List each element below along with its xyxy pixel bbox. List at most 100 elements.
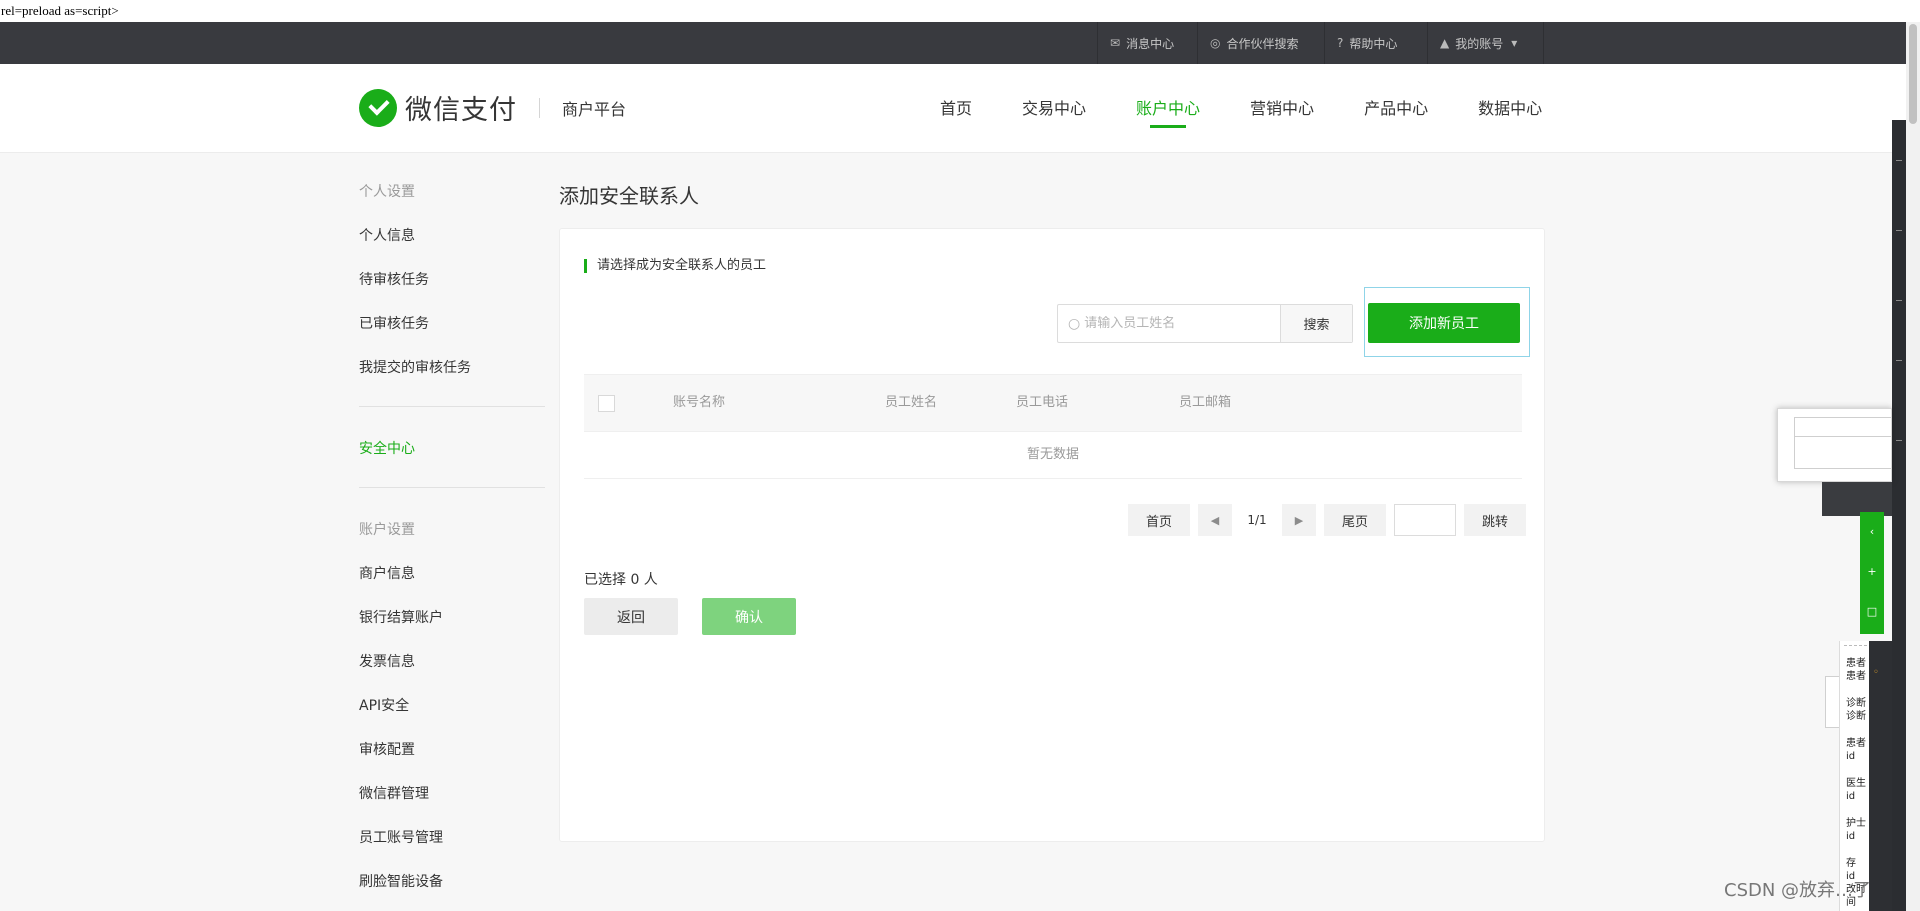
message-center-label: 消息中心 xyxy=(1126,36,1175,51)
search-button[interactable]: 搜索 xyxy=(1280,305,1352,342)
top-utility-bar: ✉ 消息中心 ◎ 合作伙伴搜索 ? 帮助中心 ▲ 我的账号 ▾ xyxy=(0,22,1906,64)
overlay-dialog-fragment xyxy=(1777,408,1892,482)
caret-left-icon: ◀ xyxy=(1210,513,1220,527)
confirm-button[interactable]: 确认 xyxy=(702,598,796,635)
overlay-dark-column: ◦ xyxy=(1869,641,1892,911)
wechat-pay-logo-icon xyxy=(359,88,397,127)
employee-search: ○ 搜索 xyxy=(1057,304,1353,343)
panel-marker xyxy=(1896,230,1902,231)
sidebar: 个人设置 个人信息 待审核任务 已审核任务 我提交的审核任务 安全中心 账户设置… xyxy=(359,170,545,904)
next-page-button[interactable]: ▶ xyxy=(1282,504,1316,536)
nav-transaction-center[interactable]: 交易中心 xyxy=(1022,64,1086,153)
first-page-button[interactable]: 首页 xyxy=(1128,504,1190,536)
search-field: ○ xyxy=(1058,305,1280,342)
nav-home[interactable]: 首页 xyxy=(940,64,972,153)
sidebar-item-staff-accounts[interactable]: 员工账号管理 xyxy=(359,816,545,860)
wechat-pay-logo[interactable]: 微信支付 商户平台 xyxy=(359,88,626,127)
section-hint: 请选择成为安全联系人的员工 xyxy=(584,259,766,273)
my-account-menu[interactable]: ▲ 我的账号 ▾ xyxy=(1427,22,1544,64)
search-icon: ○ xyxy=(1068,315,1081,332)
page-scrollbar[interactable] xyxy=(1906,22,1920,911)
panel-marker xyxy=(1896,360,1902,361)
panel-marker xyxy=(1896,440,1902,441)
page-number-input[interactable] xyxy=(1394,504,1456,536)
list-item: 护士 id xyxy=(1846,818,1866,842)
goto-page-button[interactable]: 跳转 xyxy=(1464,504,1526,536)
brand-name: 微信支付 xyxy=(405,95,517,126)
logo-divider xyxy=(539,97,540,118)
partner-search-link[interactable]: ◎ 合作伙伴搜索 xyxy=(1197,22,1324,64)
my-account-label: 我的账号 xyxy=(1455,36,1504,51)
user-icon: ▲ xyxy=(1440,36,1450,50)
list-item: 诊断 诊断 xyxy=(1846,698,1866,722)
help-center-label: 帮助中心 xyxy=(1349,36,1398,51)
sidebar-item-personal-info[interactable]: 个人信息 xyxy=(359,214,545,258)
add-employee-button[interactable]: 添加新员工 xyxy=(1368,303,1520,343)
mail-icon: ✉ xyxy=(1110,36,1121,50)
column-employee-phone: 员工电话 xyxy=(1016,395,1069,410)
table-header: 账号名称 员工姓名 员工电话 员工邮箱 xyxy=(584,374,1522,432)
column-account-name: 账号名称 xyxy=(673,395,726,410)
sidebar-item-review-config[interactable]: 审核配置 xyxy=(359,728,545,772)
list-item: 患者 患者 xyxy=(1846,658,1866,682)
last-page-button[interactable]: 尾页 xyxy=(1324,504,1386,536)
help-center-link[interactable]: ? 帮助中心 xyxy=(1324,22,1427,64)
sidebar-group-account: 账户设置 xyxy=(359,522,415,538)
table-empty-text: 暂无数据 xyxy=(584,432,1522,479)
content-card: 请选择成为安全联系人的员工 ○ 搜索 添加新员工 账号名称 员工姓名 员工电话 … xyxy=(559,228,1545,842)
select-all-checkbox[interactable] xyxy=(598,395,615,412)
sidebar-divider xyxy=(359,406,545,407)
caret-down-icon: ▾ xyxy=(1511,36,1518,50)
sidebar-item-face-devices[interactable]: 刷脸智能设备 xyxy=(359,860,545,904)
sidebar-item-merchant-info[interactable]: 商户信息 xyxy=(359,552,545,596)
list-divider xyxy=(1844,645,1867,653)
page-indicator: 1/1 xyxy=(1247,513,1267,527)
platform-name: 商户平台 xyxy=(562,99,627,119)
floating-green-toolbar[interactable]: ‹ + □ xyxy=(1860,512,1884,634)
overlay-dialog-inner xyxy=(1794,417,1891,469)
employee-table: 账号名称 员工姓名 员工电话 员工邮箱 暂无数据 xyxy=(584,374,1522,479)
nav-marketing-center[interactable]: 营销中心 xyxy=(1250,64,1314,153)
list-item: 医生 id xyxy=(1846,778,1866,802)
selected-count: 已选择 0 人 xyxy=(584,572,658,588)
partner-search-icon: ◎ xyxy=(1210,36,1221,50)
sidebar-item-api-security[interactable]: API安全 xyxy=(359,684,545,728)
nav-product-center[interactable]: 产品中心 xyxy=(1364,64,1428,153)
message-center-link[interactable]: ✉ 消息中心 xyxy=(1097,22,1197,64)
toolbar-plus-icon: + xyxy=(1867,565,1877,578)
overlay-side-card xyxy=(1825,676,1840,728)
toolbar-box-icon: □ xyxy=(1866,605,1878,618)
overlay-field-list: 患者 患者 诊断 诊断 患者 id 医生 id 护士 id 存 id 改时间 xyxy=(1839,641,1869,911)
back-button[interactable]: 返回 xyxy=(584,598,678,635)
sidebar-item-security-center[interactable]: 安全中心 xyxy=(359,427,545,471)
sidebar-item-submitted-tasks[interactable]: 我提交的审核任务 xyxy=(359,346,545,390)
overlay-dark-strip xyxy=(1822,482,1892,516)
main-nav: 首页 交易中心 账户中心 营销中心 产品中心 数据中心 xyxy=(920,64,1542,153)
column-employee-name: 员工姓名 xyxy=(885,395,938,410)
sidebar-item-reviewed-tasks[interactable]: 已审核任务 xyxy=(359,302,545,346)
sidebar-item-wechat-group[interactable]: 微信群管理 xyxy=(359,772,545,816)
nav-data-center[interactable]: 数据中心 xyxy=(1478,64,1542,153)
sidebar-item-invoice-info[interactable]: 发票信息 xyxy=(359,640,545,684)
pagination: 首页 ◀ 1/1 ▶ 尾页 跳转 xyxy=(1128,504,1534,536)
scrollbar-thumb[interactable] xyxy=(1909,24,1917,124)
help-icon: ? xyxy=(1337,36,1344,50)
prev-page-button[interactable]: ◀ xyxy=(1198,504,1232,536)
sidebar-item-bank-account[interactable]: 银行结算账户 xyxy=(359,596,545,640)
list-item: 患者 id xyxy=(1846,738,1866,762)
sidebar-divider xyxy=(359,487,545,488)
overlay-dialog-rule xyxy=(1794,436,1891,437)
panel-marker xyxy=(1896,300,1902,301)
panel-marker xyxy=(1896,160,1902,161)
sidebar-group-personal: 个人设置 xyxy=(359,184,415,200)
sidebar-item-pending-tasks[interactable]: 待审核任务 xyxy=(359,258,545,302)
employee-name-input[interactable] xyxy=(1084,316,1275,331)
nav-account-center[interactable]: 账户中心 xyxy=(1136,64,1200,153)
page-title: 添加安全联系人 xyxy=(559,184,699,208)
column-employee-email: 员工邮箱 xyxy=(1179,395,1232,410)
overlay-marker-icon: ◦ xyxy=(1873,667,1879,678)
csdn-watermark: CSDN @放弃…了 xyxy=(1724,880,1872,901)
toolbar-arrow-icon: ‹ xyxy=(1869,525,1875,538)
raw-source-text: rel=preload as=script> xyxy=(0,0,1920,22)
caret-right-icon: ▶ xyxy=(1294,513,1304,527)
